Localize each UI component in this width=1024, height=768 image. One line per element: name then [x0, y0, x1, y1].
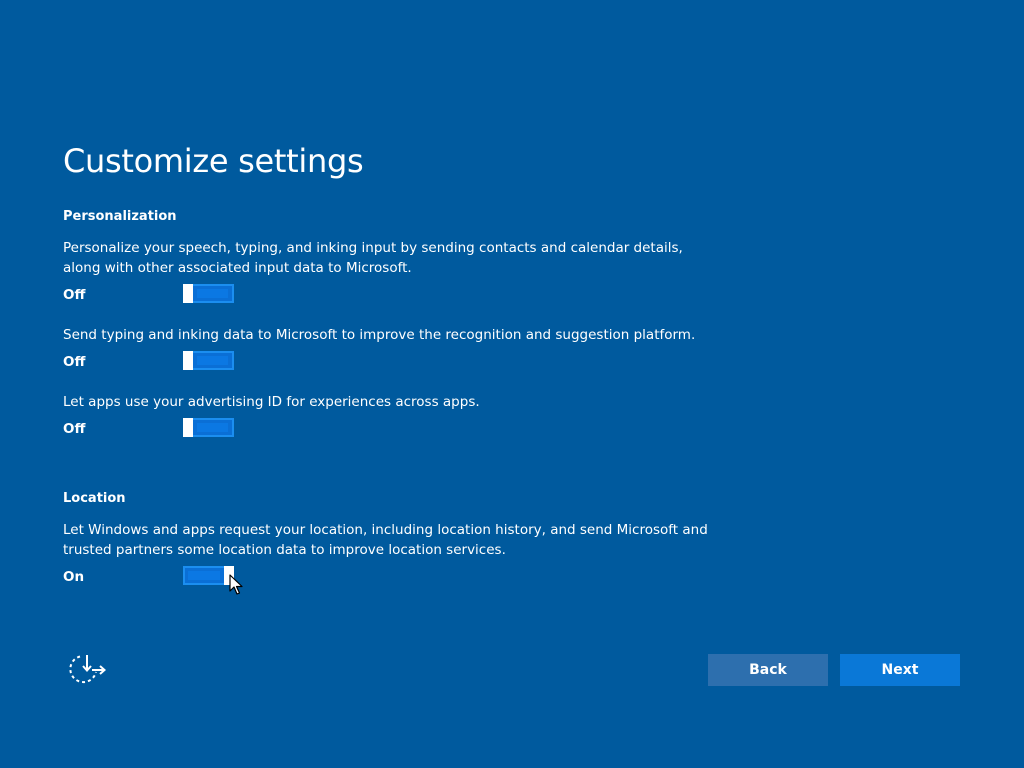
ease-of-access-icon[interactable]	[68, 653, 108, 687]
section-heading-personalization: Personalization	[63, 209, 177, 224]
back-button[interactable]: Back	[708, 654, 828, 686]
toggle-track	[197, 289, 228, 298]
toggle-track	[188, 571, 220, 580]
toggle-knob	[183, 284, 193, 303]
toggle-advertising-id[interactable]	[183, 418, 234, 437]
setting-description-location: Let Windows and apps request your locati…	[63, 522, 708, 558]
setting-description-advertising-id: Let apps use your advertising ID for exp…	[63, 394, 480, 410]
toggle-knob	[183, 351, 193, 370]
toggle-location[interactable]	[183, 566, 234, 585]
setting-state-label-advertising-id: Off	[63, 421, 86, 437]
toggle-knob	[183, 418, 193, 437]
toggle-track	[197, 423, 228, 432]
setting-description-personalize-input: Personalize your speech, typing, and ink…	[63, 240, 683, 276]
setting-description-typing-inking-data: Send typing and inking data to Microsoft…	[63, 327, 696, 343]
toggle-typing-inking-data[interactable]	[183, 351, 234, 370]
setting-state-label-personalize-input: Off	[63, 287, 86, 303]
setting-state-label-location: On	[63, 569, 85, 585]
section-heading-location: Location	[63, 491, 126, 506]
toggle-personalize-input[interactable]	[183, 284, 234, 303]
toggle-track	[197, 356, 228, 365]
setting-state-label-typing-inking-data: Off	[63, 354, 86, 370]
next-button[interactable]: Next	[840, 654, 960, 686]
page-title: Customize settings	[63, 142, 364, 180]
toggle-knob	[224, 566, 234, 585]
